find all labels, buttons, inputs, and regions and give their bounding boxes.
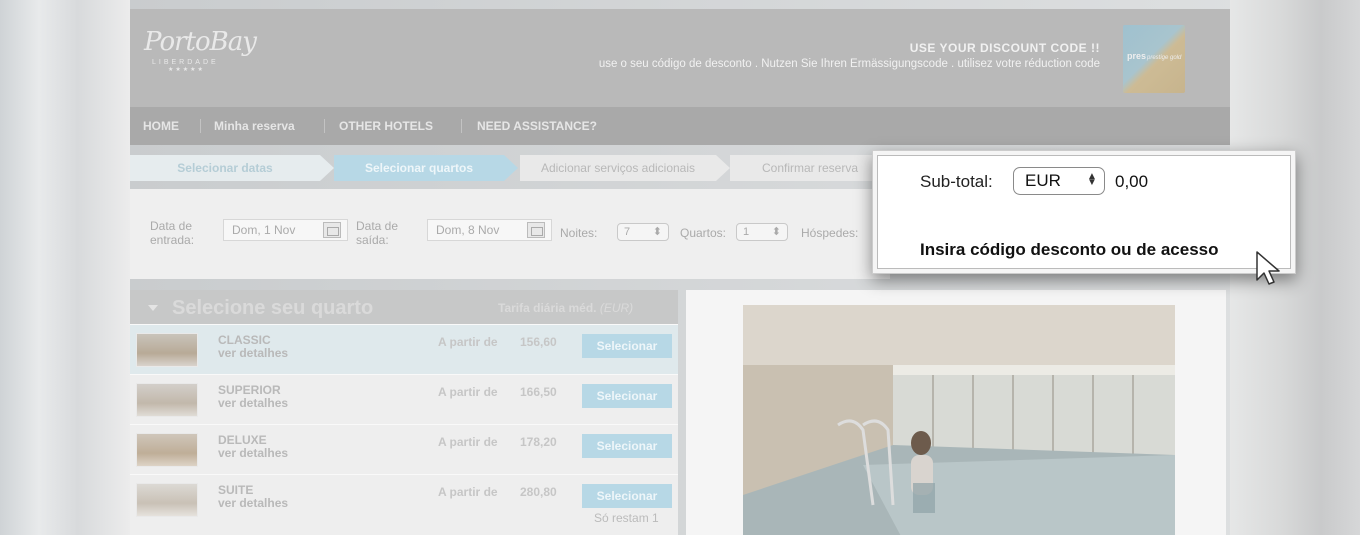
room-price: 280,80 xyxy=(520,485,557,499)
discount-popup: Sub-total: EUR ▲ ▼ 0,00 Insira código des… xyxy=(872,150,1296,274)
nav-my-booking[interactable]: Minha reserva xyxy=(214,119,295,133)
promo-subtitle: use o seu código de desconto . Nutzen Si… xyxy=(598,58,1100,70)
room-details-link[interactable]: ver detalhes xyxy=(218,397,288,410)
step-additional-services[interactable]: Adicionar serviços adicionais xyxy=(520,155,716,181)
subtotal-label: Sub-total: xyxy=(920,172,993,191)
room-name: SUPERIOR ver detalhes xyxy=(218,384,288,410)
checkout-label-line: saída: xyxy=(356,233,389,247)
room-thumbnail xyxy=(136,333,198,367)
rooms-label: Quartos: xyxy=(680,226,727,240)
select-arrows-icon: ⬍ xyxy=(652,226,662,238)
availability-note: Só restam 1 xyxy=(594,511,659,525)
background-left xyxy=(0,0,130,535)
card-subtext: prestige gold xyxy=(1147,55,1182,61)
room-price: 178,20 xyxy=(520,435,557,449)
calendar-icon[interactable] xyxy=(323,222,341,238)
guests-label: Hóspedes: xyxy=(801,226,859,240)
currency-value: EUR xyxy=(1025,171,1061,190)
discount-promo: USE YOUR DISCOUNT CODE !! use o seu códi… xyxy=(599,41,1100,70)
select-room-button[interactable]: Selecionar xyxy=(582,434,672,458)
from-label: A partir de xyxy=(438,385,498,399)
room-selection-panel: Selecione seu quarto Tarifa diária méd. … xyxy=(130,290,678,535)
nav-need-assistance[interactable]: NEED ASSISTANCE? xyxy=(477,119,597,133)
select-arrows-icon: ⬍ xyxy=(771,226,781,238)
nights-select[interactable]: 7 ⬍ xyxy=(617,223,669,241)
pool-photo-illustration xyxy=(743,305,1175,535)
room-photo-panel xyxy=(686,290,1226,535)
subtotal-amount: 0,00 xyxy=(1115,172,1149,191)
hotel-logo[interactable]: PortoBay LIBERDADE ★★★★★ xyxy=(144,27,257,73)
from-label: A partir de xyxy=(438,335,498,349)
nav-divider xyxy=(461,119,462,133)
discount-code-link[interactable]: Insira código desconto ou de acesso xyxy=(920,240,1219,260)
room-details-link[interactable]: ver detalhes xyxy=(218,347,288,360)
promo-title: USE YOUR DISCOUNT CODE !! xyxy=(909,41,1100,55)
step-confirm-booking[interactable]: Confirmar reserva xyxy=(730,155,890,181)
from-label: A partir de xyxy=(438,435,498,449)
room-thumbnail xyxy=(136,483,198,517)
step-arrow xyxy=(716,155,730,181)
nav-home[interactable]: HOME xyxy=(143,119,179,133)
select-room-button[interactable]: Selecionar xyxy=(582,384,672,408)
select-arrows-icon: ▲ ▼ xyxy=(1087,171,1097,188)
room-name: CLASSIC ver detalhes xyxy=(218,334,288,360)
logo-name: PortoBay xyxy=(144,27,257,57)
room-name: DELUXE ver detalhes xyxy=(218,434,288,460)
main-nav: HOME Minha reserva OTHER HOTELS NEED ASS… xyxy=(130,107,1230,145)
room-row-superior[interactable]: SUPERIOR ver detalhes A partir de 166,50 … xyxy=(130,374,678,424)
step-arrow xyxy=(504,155,518,181)
nav-divider xyxy=(324,119,325,133)
checkout-label: Data de saída: xyxy=(356,219,398,247)
step-select-rooms[interactable]: Selecionar quartos xyxy=(334,155,504,181)
step-arrow xyxy=(320,155,334,181)
room-price: 166,50 xyxy=(520,385,557,399)
checkin-label-line: Data de xyxy=(150,219,193,233)
card-text: pres xyxy=(1127,51,1147,61)
booking-steps: Selecionar datas Selecionar quartos Adic… xyxy=(130,155,890,181)
checkout-label-line: Data de xyxy=(356,219,399,233)
nav-other-hotels[interactable]: OTHER HOTELS xyxy=(339,119,433,133)
pool-photo xyxy=(743,305,1175,535)
room-list-title: Selecione seu quarto xyxy=(172,297,374,319)
calendar-icon[interactable] xyxy=(527,222,545,238)
average-rate-label: Tarifa diária méd. (EUR) xyxy=(498,301,633,315)
checkin-label-line: entrada: xyxy=(150,233,195,247)
step-select-dates[interactable]: Selecionar datas xyxy=(130,155,320,181)
room-row-classic[interactable]: CLASSIC ver detalhes A partir de 156,60 S… xyxy=(130,324,678,374)
rate-label-text: Tarifa diária méd. xyxy=(498,301,597,315)
checkin-label: Data de entrada: xyxy=(150,219,194,247)
room-price: 156,60 xyxy=(520,335,557,349)
nights-value: 7 xyxy=(624,226,631,238)
rooms-value: 1 xyxy=(743,226,750,238)
prestige-card-image: pres prestige gold xyxy=(1123,25,1185,93)
room-row-suite[interactable]: SUITE ver detalhes A partir de 280,80 Sel… xyxy=(130,474,678,535)
nav-divider xyxy=(200,119,201,133)
mouse-cursor-icon xyxy=(1256,251,1280,285)
room-thumbnail xyxy=(136,383,198,417)
collapse-arrow-icon[interactable] xyxy=(148,305,158,311)
from-label: A partir de xyxy=(438,485,498,499)
logo-stars: ★★★★★ xyxy=(168,67,205,73)
room-details-link[interactable]: ver detalhes xyxy=(218,447,288,460)
rooms-select[interactable]: 1 ⬍ xyxy=(736,223,788,241)
room-details-link[interactable]: ver detalhes xyxy=(218,497,288,510)
room-list-header[interactable]: Selecione seu quarto Tarifa diária méd. … xyxy=(130,290,678,324)
logo-subtitle: LIBERDADE xyxy=(152,59,219,66)
popup-content: Sub-total: EUR ▲ ▼ 0,00 Insira código des… xyxy=(877,155,1291,269)
select-room-button[interactable]: Selecionar xyxy=(582,484,672,508)
room-thumbnail xyxy=(136,433,198,467)
room-name: SUITE ver detalhes xyxy=(218,484,288,510)
rate-currency: (EUR) xyxy=(599,301,634,315)
room-row-deluxe[interactable]: DELUXE ver detalhes A partir de 178,20 Se… xyxy=(130,424,678,474)
site-header: PortoBay LIBERDADE ★★★★★ USE YOUR DISCOU… xyxy=(130,9,1230,107)
nights-label: Noites: xyxy=(560,226,598,240)
select-room-button[interactable]: Selecionar xyxy=(582,334,672,358)
search-bar: Data de entrada: Dom, 1 Nov Data de saíd… xyxy=(130,189,890,279)
